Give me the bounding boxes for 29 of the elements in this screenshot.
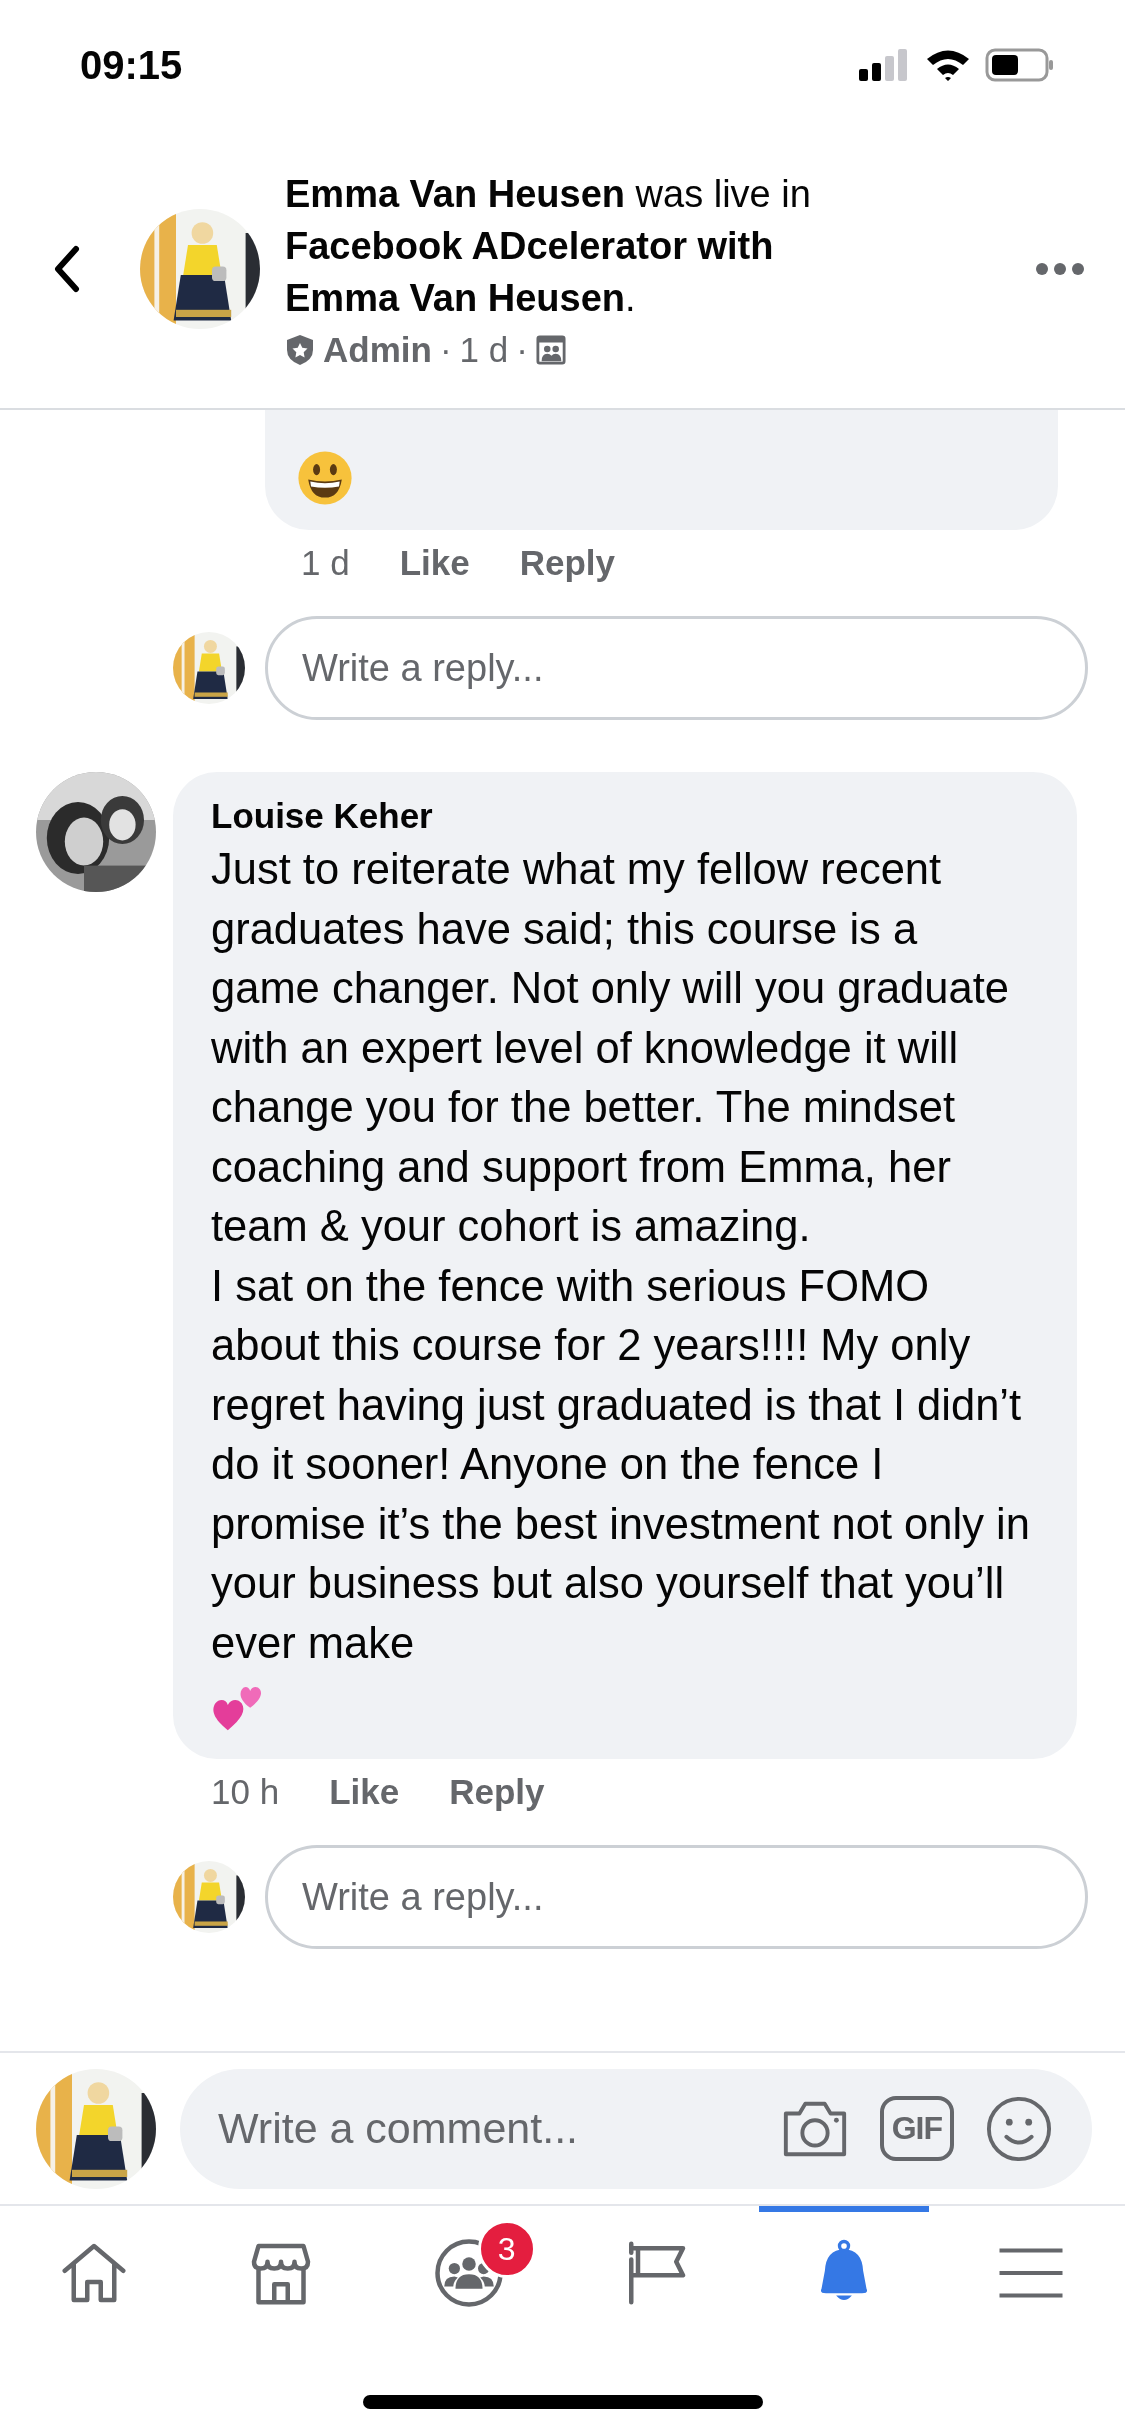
dot-separator: · bbox=[439, 330, 452, 370]
comment-field[interactable]: Write a comment... GIF bbox=[180, 2068, 1092, 2189]
shield-icon bbox=[285, 334, 315, 366]
battery-icon bbox=[985, 48, 1055, 82]
like-button[interactable]: Like bbox=[329, 1772, 400, 1812]
back-icon[interactable] bbox=[52, 245, 82, 293]
more-icon[interactable] bbox=[1035, 262, 1085, 276]
gif-button[interactable]: GIF bbox=[879, 2096, 954, 2161]
post-time: 1 d bbox=[459, 330, 509, 370]
dot-separator: · bbox=[516, 330, 528, 370]
comment-time: 1 d bbox=[301, 543, 350, 583]
comment-time: 10 h bbox=[211, 1772, 280, 1812]
post-title: Emma Van Heusen was live in Facebook ADcelerator with Emma Van Heusen. bbox=[285, 172, 812, 321]
grinning-face-icon bbox=[297, 450, 353, 506]
notification-badge: 3 bbox=[477, 2220, 536, 2278]
comment-text: Just to reiterate what my fellow recent graduates have said; this course is a game changer. Not only will you graduate with an expert level of knowledge it will change you for the better. The mindset coaching and support from Emma, her team & your cohort is amazing. bbox=[211, 844, 1010, 1252]
like-button[interactable]: Like bbox=[399, 543, 470, 583]
reply-field[interactable]: Write a reply... bbox=[265, 1845, 1088, 1949]
smiley-icon[interactable] bbox=[984, 2095, 1054, 2162]
reply-button[interactable]: Reply bbox=[519, 543, 615, 583]
reply-field[interactable]: Write a reply... bbox=[265, 616, 1088, 720]
comment-author[interactable]: Louise Keher bbox=[211, 792, 1037, 840]
nav-tab[interactable]: 3 bbox=[383, 2206, 554, 2334]
group-icon bbox=[535, 334, 566, 366]
reply-button[interactable]: Reply bbox=[449, 1772, 545, 1812]
comment-text: I sat on the fence with serious FOMO about this course for 2 years!!!! My only regret having just graduated is that I didn’t do it sooner! Anyone on the fence I promise it’s the best investment not only in your business but also yourself that you’ll ever make bbox=[211, 1260, 1031, 1669]
status-time: 09:15 bbox=[80, 42, 183, 88]
role-label: Admin bbox=[323, 330, 432, 370]
wifi-icon bbox=[925, 48, 971, 82]
